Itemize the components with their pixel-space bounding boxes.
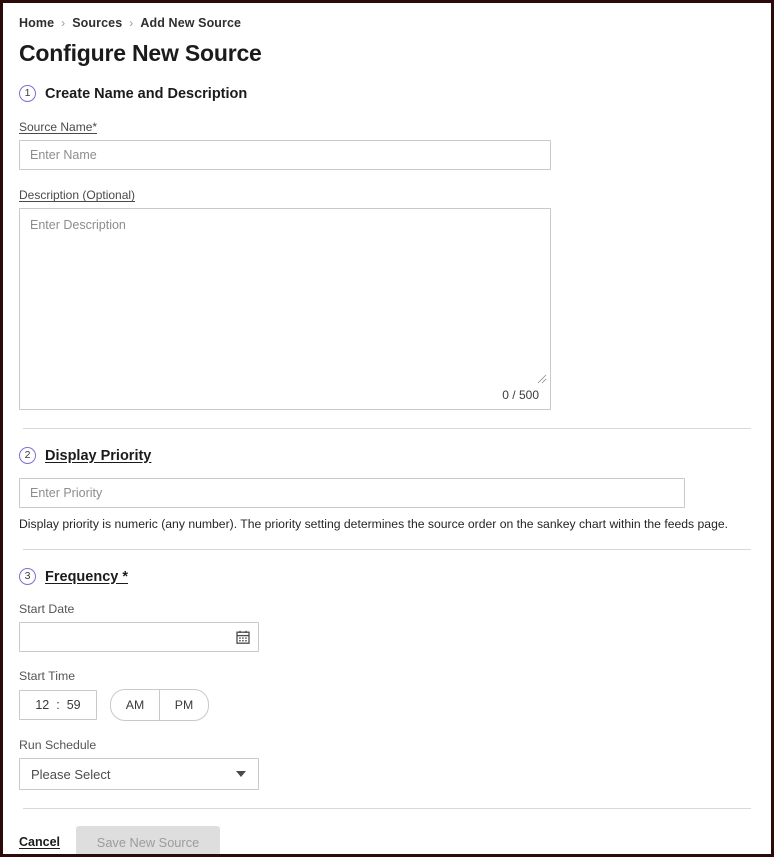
breadcrumb-item-home[interactable]: Home <box>19 16 54 30</box>
page-title: Configure New Source <box>19 40 262 66</box>
page-content: Home › Sources › Add New Source Configur… <box>3 3 771 854</box>
configure-new-source-page: Home › Sources › Add New Source Configur… <box>0 0 774 857</box>
start-date-input[interactable] <box>19 622 259 652</box>
breadcrumb-separator-icon: › <box>129 16 134 30</box>
description-label: Description (Optional) <box>19 188 136 202</box>
meridiem-option-am[interactable]: AM <box>111 690 159 720</box>
form-footer: Cancel Save New Source <box>19 809 755 854</box>
breadcrumb-item-sources[interactable]: Sources <box>72 16 122 30</box>
section-frequency: 3 Frequency * Start Date Start Time 12:… <box>19 550 755 790</box>
section-display-priority: 2 Display Priority Enter Priority Displa… <box>19 429 755 531</box>
run-schedule-label: Run Schedule <box>19 738 97 752</box>
meridiem-option-pm[interactable]: PM <box>159 690 208 720</box>
step-badge-1: 1 <box>19 85 36 102</box>
breadcrumb-item-add-new-source[interactable]: Add New Source <box>140 16 241 30</box>
display-priority-input[interactable]: Enter Priority <box>19 478 685 508</box>
meridiem-toggle[interactable]: AM PM <box>110 689 209 721</box>
start-time-hour[interactable]: 12 <box>35 698 49 712</box>
display-priority-helper-text: Display priority is numeric (any number)… <box>19 517 729 531</box>
step-badge-3: 3 <box>19 568 36 585</box>
cancel-button[interactable]: Cancel <box>19 835 60 849</box>
source-name-placeholder: Enter Name <box>30 148 97 162</box>
breadcrumb-separator-icon: › <box>61 16 66 30</box>
breadcrumb: Home › Sources › Add New Source <box>19 3 755 30</box>
description-placeholder: Enter Description <box>30 218 126 232</box>
save-new-source-button[interactable]: Save New Source <box>76 826 220 854</box>
source-name-label: Source Name* <box>19 120 98 134</box>
description-textarea[interactable]: Enter Description 0 / 500 <box>19 208 551 410</box>
section-header: 2 Display Priority <box>19 447 755 464</box>
display-priority-placeholder: Enter Priority <box>30 486 103 500</box>
start-time-row: 12 : 59 AM PM <box>19 689 755 721</box>
run-schedule-select[interactable]: Please Select <box>19 758 259 790</box>
section-title-create-name-and-description: Create Name and Description <box>45 85 248 102</box>
section-title-display-priority: Display Priority <box>45 447 152 464</box>
start-date-label: Start Date <box>19 602 75 616</box>
section-header: 1 Create Name and Description <box>19 85 755 102</box>
start-time-input[interactable]: 12 : 59 <box>19 690 97 720</box>
section-title-frequency: Frequency * <box>45 568 128 585</box>
run-schedule-selected-value: Please Select <box>31 766 111 782</box>
start-time-minute[interactable]: 59 <box>67 698 81 712</box>
calendar-icon[interactable] <box>236 630 250 644</box>
section-create-name-and-description: 1 Create Name and Description Source Nam… <box>19 67 755 410</box>
step-badge-2: 2 <box>19 447 36 464</box>
section-header: 3 Frequency * <box>19 568 755 585</box>
chevron-down-icon[interactable] <box>236 771 246 777</box>
start-time-separator: : <box>56 698 60 712</box>
resize-grip-icon[interactable] <box>537 374 547 384</box>
description-char-counter: 0 / 500 <box>502 388 539 402</box>
source-name-input[interactable]: Enter Name <box>19 140 551 170</box>
start-time-label: Start Time <box>19 669 76 683</box>
